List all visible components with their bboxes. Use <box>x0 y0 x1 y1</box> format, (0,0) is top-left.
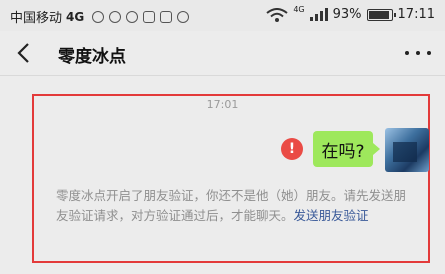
send-verification-link[interactable]: 发送朋友验证 <box>294 208 369 223</box>
message-bubble[interactable]: 在吗? <box>313 131 380 167</box>
status-bar: 中国移动 4G 4G 93% 17:11 <box>0 0 445 31</box>
clock: 17:11 <box>397 7 435 22</box>
more-icon[interactable] <box>405 43 431 63</box>
message-icon <box>92 10 105 23</box>
chat-header: 零度冰点 <box>0 31 445 76</box>
gallery-icon <box>143 10 156 23</box>
carrier-name: 中国移动 <box>10 11 63 26</box>
signal-icon <box>309 8 328 21</box>
battery-icon <box>366 8 396 21</box>
avatar[interactable] <box>385 128 429 172</box>
settings-icon <box>126 10 139 23</box>
mobile-data-type: 4G <box>293 5 305 14</box>
highlight-box <box>32 94 430 263</box>
message-timestamp: 17:01 <box>206 98 239 111</box>
send-failed-icon[interactable]: ! <box>281 138 303 160</box>
status-right: 4G 93% 17:11 <box>266 5 435 22</box>
back-icon[interactable] <box>14 41 36 65</box>
notification-icons <box>92 10 190 23</box>
battery-percent: 93% <box>332 7 362 22</box>
status-left: 中国移动 4G <box>10 7 190 26</box>
circle-icon <box>177 10 190 23</box>
chat-area[interactable]: 17:01 ! 在吗? 零度冰点开启了朋友验证，你还不是他（她）朋友。请先发送朋… <box>0 76 445 274</box>
chat-icon <box>109 10 122 23</box>
home-icon <box>160 10 173 23</box>
wifi-icon <box>266 7 288 22</box>
network-type: 4G <box>66 9 85 24</box>
friend-verification-notice: 零度冰点开启了朋友验证，你还不是他（她）朋友。请先发送朋友验证请求，对方验证通过… <box>56 186 408 226</box>
page-title: 零度冰点 <box>58 47 126 67</box>
